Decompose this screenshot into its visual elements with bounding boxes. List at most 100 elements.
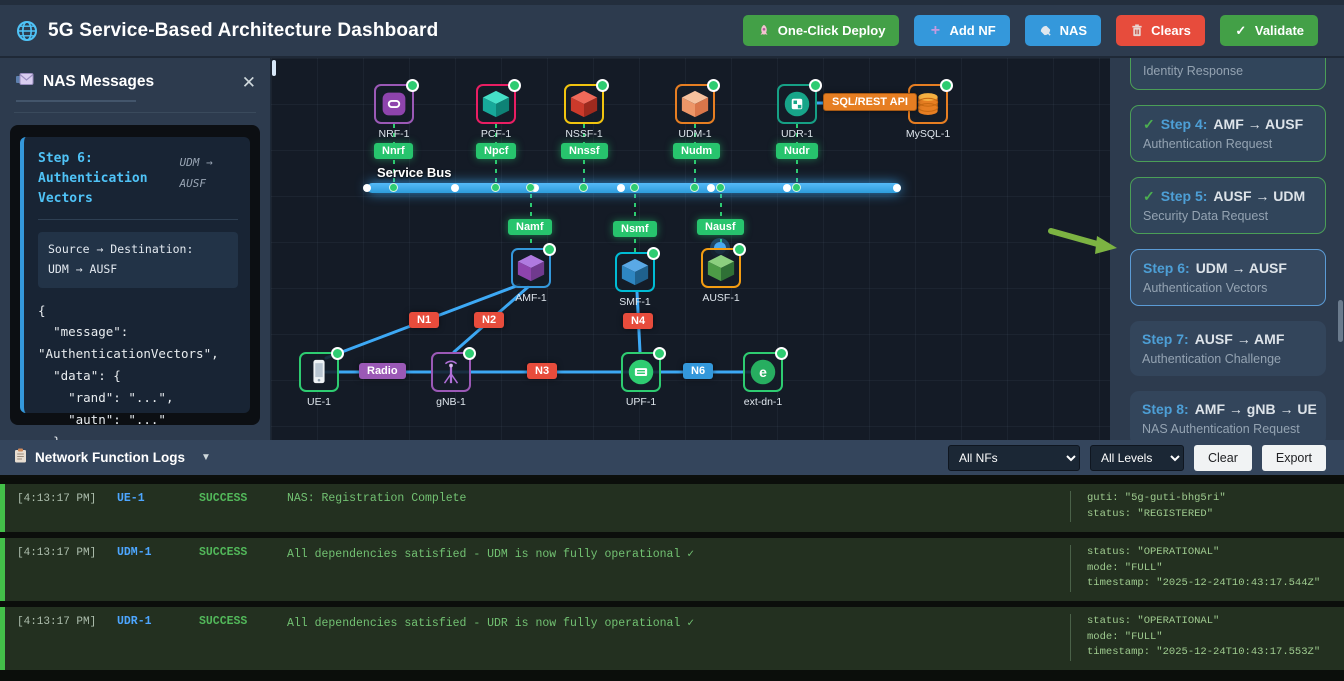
logs-body: [4:13:17 PM] UE-1 SUCCESS NAS: Registrat… bbox=[0, 478, 1344, 681]
log-row: [4:13:17 PM] UE-1 SUCCESS NAS: Registrat… bbox=[0, 484, 1344, 532]
nf-node-pcf[interactable] bbox=[476, 84, 516, 124]
step-number: Step 5: bbox=[1161, 188, 1208, 204]
collapse-caret-icon[interactable]: ▼ bbox=[201, 452, 211, 463]
upf-icon bbox=[627, 358, 655, 386]
ue-icon bbox=[306, 358, 332, 386]
step-route: AMF → AUSF bbox=[1213, 116, 1303, 132]
bus-connection-dot bbox=[491, 183, 500, 192]
node-label: UDR-1 bbox=[752, 128, 842, 140]
ausf-icon bbox=[707, 254, 735, 282]
nas-route-block: Source → Destination: UDM → AUSF bbox=[38, 232, 238, 287]
nf-node-ausf[interactable] bbox=[701, 248, 741, 288]
registration-steps-panel: AMF Identity Response ✓Step 4:AMF → AUSF… bbox=[1110, 58, 1344, 440]
step-card-6-active[interactable]: Step 6:UDM → AUSF Authentication Vectors bbox=[1130, 249, 1326, 306]
step-card-5[interactable]: ✓Step 5:AUSF → UDM Security Data Request bbox=[1130, 177, 1326, 234]
bus-connection-dot bbox=[690, 183, 699, 192]
nf-filter-select[interactable]: All NFs bbox=[948, 445, 1080, 471]
status-dot bbox=[543, 243, 556, 256]
step-number: Step 8: bbox=[1142, 401, 1189, 417]
nf-node-amf[interactable] bbox=[511, 248, 551, 288]
clear-logs-button[interactable]: Clear bbox=[1194, 445, 1252, 471]
globe-icon bbox=[16, 20, 38, 42]
nf-node-ext-dn[interactable]: e bbox=[743, 352, 783, 392]
nf-node-gnb[interactable] bbox=[431, 352, 471, 392]
sbi-badge: Npcf bbox=[476, 143, 516, 159]
annotation-arrow bbox=[1045, 222, 1123, 258]
udr-icon bbox=[783, 90, 811, 118]
nas-button[interactable]: NAS bbox=[1025, 15, 1101, 46]
ext-dn-icon: e bbox=[749, 358, 777, 386]
header-buttons: One-Click Deploy + Add NF NAS Clears ✓ V… bbox=[743, 15, 1318, 46]
app-header: 5G Service-Based Architecture Dashboard … bbox=[0, 0, 1344, 58]
step-card-3[interactable]: AMF Identity Response bbox=[1130, 58, 1326, 90]
log-level-badge: SUCCESS bbox=[199, 491, 287, 505]
button-label: NAS bbox=[1060, 23, 1087, 38]
log-message: All dependencies satisfied - UDM is now … bbox=[287, 545, 1070, 561]
close-icon[interactable]: ✕ bbox=[242, 74, 256, 91]
bus-connection-dot bbox=[716, 183, 725, 192]
sbi-badge: Nudr bbox=[776, 143, 818, 159]
status-dot bbox=[331, 347, 344, 360]
nrf-icon bbox=[380, 90, 408, 118]
log-time: [4:13:17 PM] bbox=[17, 491, 117, 505]
status-dot bbox=[647, 247, 660, 260]
step-card-4[interactable]: ✓Step 4:AMF → AUSF Authentication Reques… bbox=[1130, 105, 1326, 162]
step-desc: Authentication Request bbox=[1143, 136, 1313, 152]
status-dot bbox=[463, 347, 476, 360]
log-details: status: "OPERATIONAL" mode: "FULL" times… bbox=[1070, 614, 1332, 661]
nf-node-smf[interactable] bbox=[615, 252, 655, 292]
nas-payload-json: { "message": "AuthenticationVectors", "d… bbox=[38, 300, 238, 440]
page-title: 5G Service-Based Architecture Dashboard bbox=[48, 20, 438, 42]
title-underline bbox=[16, 100, 136, 102]
node-label: UDM-1 bbox=[650, 128, 740, 140]
one-click-deploy-button[interactable]: One-Click Deploy bbox=[743, 15, 900, 46]
log-message: All dependencies satisfied - UDR is now … bbox=[287, 614, 1070, 630]
logs-title: Network Function Logs bbox=[35, 450, 185, 465]
step-route: AMF bbox=[1143, 58, 1173, 59]
nf-node-udm[interactable] bbox=[675, 84, 715, 124]
bus-endpoint-dot bbox=[783, 184, 791, 192]
clears-button[interactable]: Clears bbox=[1116, 15, 1205, 46]
nf-node-upf[interactable] bbox=[621, 352, 661, 392]
bus-endpoint-dot bbox=[451, 184, 459, 192]
nf-node-nssf[interactable] bbox=[564, 84, 604, 124]
bus-endpoint-dot bbox=[617, 184, 625, 192]
button-label: One-Click Deploy bbox=[778, 23, 886, 38]
smf-icon bbox=[621, 258, 649, 286]
nas-messages-panel: NAS Messages ✕ Step 6: Authentication Ve… bbox=[0, 58, 271, 440]
message-icon bbox=[16, 72, 35, 92]
node-label: PCF-1 bbox=[451, 128, 541, 140]
divider bbox=[14, 112, 256, 113]
nf-node-ue[interactable] bbox=[299, 352, 339, 392]
nf-node-udr[interactable] bbox=[777, 84, 817, 124]
status-dot bbox=[809, 79, 822, 92]
step-card-8[interactable]: Step 8: AMF → gNB → UE NAS Authentication… bbox=[1130, 391, 1326, 440]
link-badge-n4: N4 bbox=[623, 313, 653, 329]
link-badge-sql-api: SQL/REST API bbox=[823, 93, 917, 111]
sbi-badge: Nnssf bbox=[561, 143, 608, 159]
topology-canvas[interactable]: Service Bus NRF-1 Nnrf PCF-1 Npcf NSSF-1… bbox=[271, 58, 1110, 440]
service-bus-label: Service Bus bbox=[377, 165, 451, 180]
add-nf-button[interactable]: + Add NF bbox=[914, 15, 1009, 46]
nf-node-nrf[interactable] bbox=[374, 84, 414, 124]
log-details: guti: "5g-guti-bhg5ri" status: "REGISTER… bbox=[1070, 491, 1332, 522]
brand: 5G Service-Based Architecture Dashboard bbox=[16, 20, 438, 42]
export-logs-button[interactable]: Export bbox=[1262, 445, 1326, 471]
amf-icon bbox=[517, 254, 545, 282]
bus-endpoint-dot bbox=[893, 184, 901, 192]
bus-connection-dot bbox=[579, 183, 588, 192]
step-desc: NAS Authentication Request bbox=[1142, 421, 1314, 437]
validate-button[interactable]: ✓ Validate bbox=[1220, 15, 1318, 46]
step-card-7[interactable]: Step 7:AUSF → AMF Authentication Challen… bbox=[1130, 321, 1326, 376]
steps-scrollbar-thumb[interactable] bbox=[1338, 300, 1343, 342]
nas-message-card: Step 6: Authentication Vectors UDM → AUS… bbox=[20, 137, 250, 413]
level-filter-select[interactable]: All Levels bbox=[1090, 445, 1184, 471]
nas-direction: UDM → AUSF bbox=[180, 149, 238, 209]
step-route: AMF → gNB → UE bbox=[1195, 401, 1317, 417]
link-badge-n2: N2 bbox=[474, 312, 504, 328]
button-label: Add NF bbox=[949, 23, 995, 38]
node-label: UPF-1 bbox=[596, 396, 686, 408]
node-label: MySQL-1 bbox=[883, 128, 973, 140]
status-dot bbox=[508, 79, 521, 92]
log-nf: UE-1 bbox=[117, 491, 199, 505]
